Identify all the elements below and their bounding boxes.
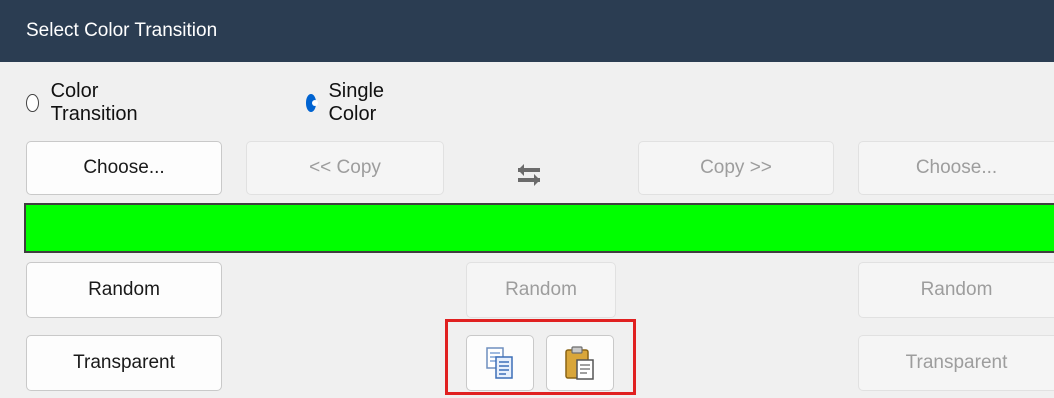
swap-arrows-icon[interactable] <box>514 160 544 190</box>
random-middle-button[interactable]: Random <box>466 262 616 318</box>
radio-single-color[interactable]: Single Color <box>306 80 392 125</box>
choose-left-button[interactable]: Choose... <box>26 141 222 195</box>
radio-unchecked-icon <box>26 94 39 112</box>
radio-single-color-label: Single Color <box>328 80 385 125</box>
radio-checked-icon <box>306 94 319 112</box>
transparent-right-button[interactable]: Transparent <box>858 335 1054 391</box>
highlight-box <box>445 319 636 395</box>
color-preview-bar[interactable] <box>24 203 1054 253</box>
choose-right-button[interactable]: Choose... <box>858 141 1054 195</box>
copy-right-button[interactable]: Copy >> <box>638 141 834 195</box>
radio-color-transition[interactable]: Color Transition <box>26 80 143 125</box>
transparent-left-button[interactable]: Transparent <box>26 335 222 391</box>
copy-left-button[interactable]: << Copy <box>246 141 444 195</box>
dialog-title: Select Color Transition <box>0 0 1054 62</box>
random-right-button[interactable]: Random <box>858 262 1054 318</box>
random-left-button[interactable]: Random <box>26 262 222 318</box>
radio-color-transition-label: Color Transition <box>50 80 138 125</box>
